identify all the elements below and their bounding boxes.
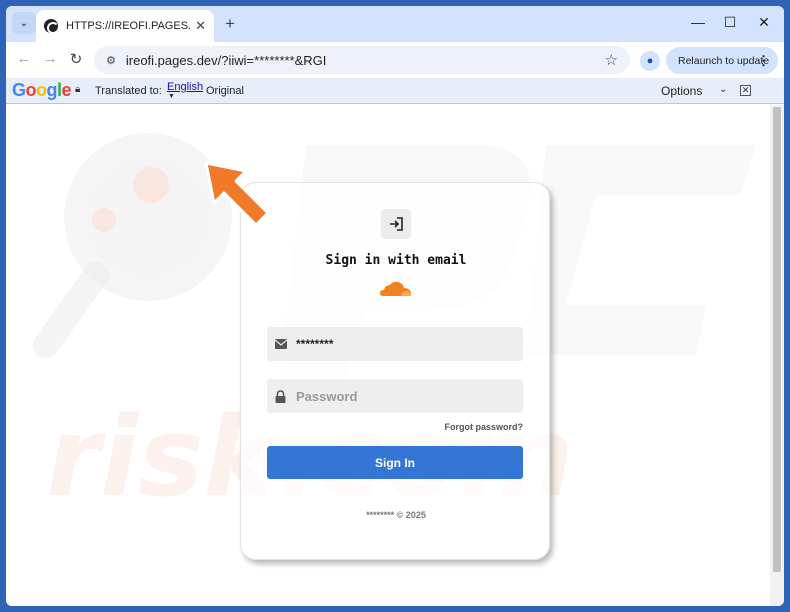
translated-to-label: Translated to: [95,85,162,97]
translate-close-icon[interactable]: ✕ [740,85,751,96]
login-icon [381,209,411,239]
cloudflare-icon [380,281,411,296]
sign-in-button[interactable]: Sign In [267,446,523,479]
tab-close-icon[interactable]: ✕ [195,18,206,34]
card-title: Sign in with email [325,253,467,268]
page-content: risk.com Sign in with email ******** [6,105,770,606]
language-select[interactable]: English [167,81,203,93]
lock-icon [275,389,289,403]
forward-icon[interactable]: → [40,50,60,67]
browser-toolbar: ← → ↻ ⚙ ireofi.pages.dev/?iiwi=********&… [6,42,784,78]
forgot-password-link[interactable]: Forgot password? [267,422,524,432]
star-icon[interactable]: ☆ [605,51,618,69]
favicon-icon [44,19,59,34]
chevron-down-icon[interactable]: ⌄ [719,84,727,95]
tab-strip: ⌄ HTTPS://IREOFI.PAGES.DEV/?IIW ✕ + — ☐ … [6,6,784,42]
back-icon[interactable]: ← [14,50,34,67]
site-info-icon[interactable]: ⚙ [106,54,116,67]
url-text[interactable]: ireofi.pages.dev/?iiwi=********&RGI [126,53,605,68]
email-field[interactable]: ******** [267,327,523,361]
login-card: Sign in with email ******** Password For… [240,182,550,560]
password-placeholder: Password [296,388,358,404]
menu-dots-icon[interactable]: ⋮ [757,53,770,69]
language-caret-icon[interactable]: ▼ [168,93,175,100]
browser-window: ⌄ HTTPS://IREOFI.PAGES.DEV/?IIW ✕ + — ☐ … [6,6,784,606]
options-button[interactable]: Options [661,84,702,98]
minimize-button[interactable]: — [688,14,708,30]
reload-icon[interactable]: ↻ [66,50,86,68]
google-logo: Google [12,80,72,100]
arrow-annotation [204,161,270,227]
new-tab-button[interactable]: + [220,14,240,34]
address-bar[interactable]: ⚙ ireofi.pages.dev/?iiwi=********&RGI ☆ [94,46,630,74]
email-value: ******** [296,337,334,351]
tab-title: HTTPS://IREOFI.PAGES.DEV/?IIW [66,20,192,32]
scroll-thumb[interactable] [773,107,781,572]
lock-icon: 🔒︎ [75,84,81,95]
scrollbar[interactable] [770,105,784,606]
search-tabs-icon[interactable]: ⌄ [12,12,36,34]
close-window-button[interactable]: ✕ [754,14,774,31]
translate-bar: Google 🔒︎ Translated to: English ▼ Origi… [6,78,784,104]
relaunch-label: Relaunch to update [678,54,770,67]
relaunch-button[interactable]: Relaunch to update ⋮ [666,47,778,74]
tab-active[interactable]: HTTPS://IREOFI.PAGES.DEV/?IIW ✕ [36,10,214,42]
password-field[interactable]: Password [267,379,523,413]
email-icon [275,339,289,349]
show-original-link[interactable]: Original [206,85,244,97]
maximize-button[interactable]: ☐ [720,14,740,31]
profile-icon[interactable]: ● [640,51,660,71]
footer-copyright: ******** © 2025 [366,510,426,520]
